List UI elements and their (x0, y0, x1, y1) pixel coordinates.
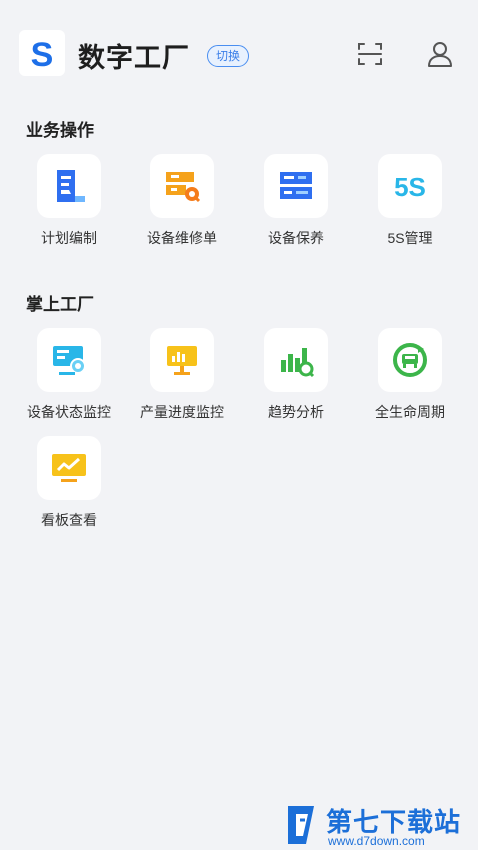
tile-label: 设备状态监控 (27, 404, 111, 420)
site-watermark: 第七下载站 www.d7down.com (282, 800, 478, 850)
device-monitor-icon (37, 328, 101, 392)
tile-plan[interactable]: 计划编制 (14, 154, 124, 248)
tile-dashboard[interactable]: 看板查看 (14, 436, 124, 530)
tile-label: 设备保养 (268, 230, 324, 246)
production-monitor-icon (150, 328, 214, 392)
user-icon (428, 42, 452, 67)
maintenance-icon (264, 154, 328, 218)
tile-label: 产量进度监控 (140, 404, 224, 420)
app-title: 数字工厂 (78, 43, 190, 73)
tile-5s[interactable]: 5S 5S管理 (355, 154, 465, 248)
watermark-url: www.d7down.com (328, 834, 425, 848)
tile-trend-analysis[interactable]: 趋势分析 (241, 328, 351, 422)
logo-s-icon: S (31, 36, 54, 70)
tile-label: 全生命周期 (375, 404, 445, 420)
app-header: S 数字工厂 切换 (0, 0, 478, 100)
tile-production-monitor[interactable]: 产量进度监控 (127, 328, 237, 422)
svg-text:S: S (31, 36, 54, 70)
trend-analysis-icon (264, 328, 328, 392)
tile-label: 计划编制 (41, 230, 97, 246)
tile-repair-order[interactable]: 设备维修单 (127, 154, 237, 248)
scan-button[interactable] (356, 40, 384, 68)
app-logo: S (19, 30, 65, 76)
svg-text:5S: 5S (394, 172, 426, 202)
plan-icon (37, 154, 101, 218)
user-button[interactable] (426, 40, 454, 68)
repair-order-icon (150, 154, 214, 218)
5s-icon: 5S (378, 154, 442, 218)
tile-label: 趋势分析 (268, 404, 324, 420)
tile-label: 看板查看 (41, 512, 97, 528)
tile-device-monitor[interactable]: 设备状态监控 (14, 328, 124, 422)
scan-icon (358, 43, 382, 65)
tile-maintenance[interactable]: 设备保养 (241, 154, 351, 248)
lifecycle-icon (378, 328, 442, 392)
tile-label: 设备维修单 (147, 230, 217, 246)
section-title-factory: 掌上工厂 (26, 295, 94, 314)
watermark-logo-icon (288, 806, 314, 844)
switch-button[interactable]: 切换 (207, 45, 250, 67)
tile-label: 5S管理 (387, 230, 433, 246)
dashboard-icon (37, 436, 101, 500)
section-title-business: 业务操作 (26, 121, 94, 140)
tile-lifecycle[interactable]: 全生命周期 (355, 328, 465, 422)
